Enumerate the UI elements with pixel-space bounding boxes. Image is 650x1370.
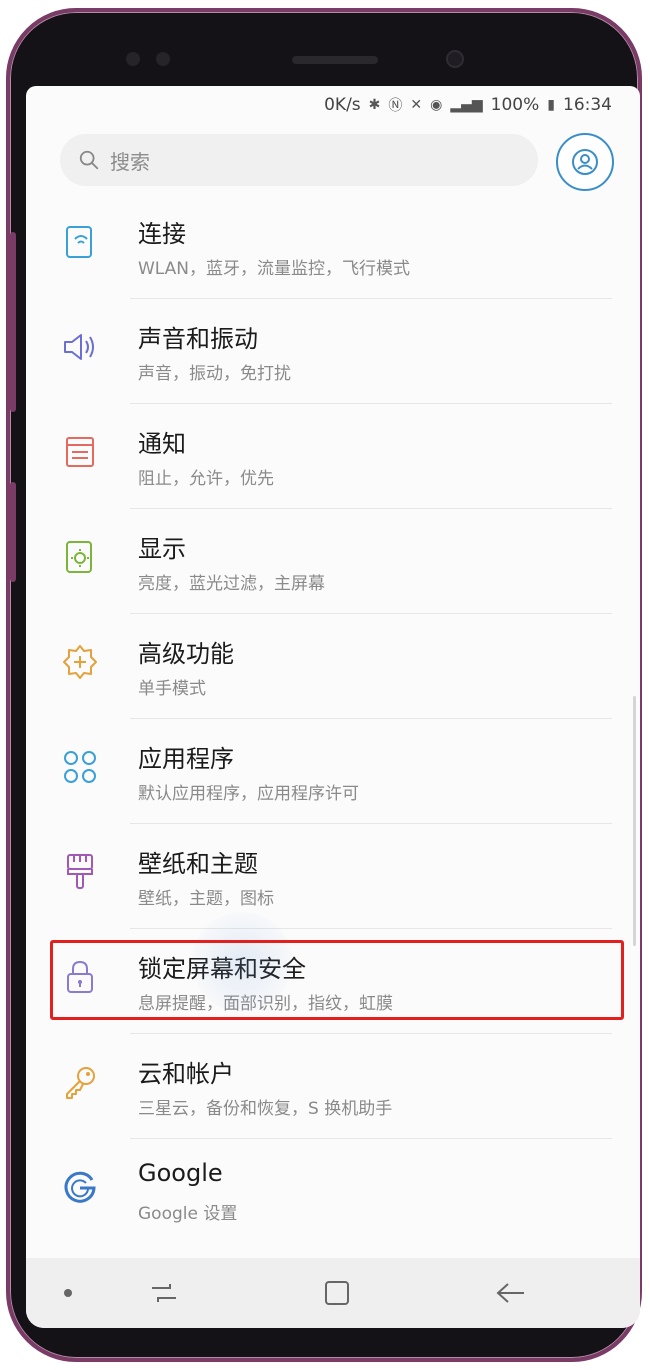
nfc-icon: Ⓝ — [388, 98, 403, 114]
search-input[interactable]: 搜索 — [60, 134, 538, 186]
search-icon — [79, 150, 99, 170]
key-icon — [60, 1062, 100, 1102]
wallpaper-brush-icon — [60, 852, 100, 892]
touch-indicator — [192, 912, 292, 1012]
earpiece-speaker — [292, 56, 378, 64]
account-button[interactable] — [556, 133, 614, 191]
connection-icon — [60, 222, 100, 262]
person-icon — [572, 149, 598, 175]
hide-navbar-dot[interactable] — [64, 1289, 72, 1297]
search-placeholder: 搜索 — [110, 149, 150, 174]
clock: 16:34 — [563, 95, 612, 115]
item-title: 通知 — [138, 430, 186, 458]
item-subtitle: Google 设置 — [138, 1204, 238, 1224]
bluetooth-icon: ✱ — [368, 97, 381, 113]
settings-item-apps[interactable]: 应用程序 默认应用程序，应用程序许可 — [26, 719, 640, 824]
battery-icon: ▮ — [547, 97, 555, 113]
advanced-features-icon — [60, 642, 100, 682]
item-title: Google — [138, 1159, 223, 1187]
settings-item-google[interactable]: Google Google 设置 — [26, 1139, 640, 1244]
speaker-icon — [60, 327, 100, 367]
settings-list: 连接 WLAN，蓝牙，流量监控，飞行模式 声音和振动 声音，振动，免打扰 通知 … — [26, 194, 640, 1244]
settings-item-sound[interactable]: 声音和振动 声音，振动，免打扰 — [26, 299, 640, 404]
notification-icon — [60, 432, 100, 472]
scrollbar[interactable] — [633, 696, 636, 946]
item-subtitle: WLAN，蓝牙，流量监控，飞行模式 — [138, 259, 411, 279]
recent-apps-icon[interactable] — [146, 1278, 182, 1308]
proximity-sensor — [126, 52, 140, 66]
navigation-bar — [26, 1258, 640, 1328]
item-subtitle: 壁纸，主题，图标 — [138, 889, 274, 909]
google-icon — [60, 1167, 100, 1207]
item-title: 高级功能 — [138, 640, 234, 668]
settings-item-lock-screen-security[interactable]: 锁定屏幕和安全 息屏提醒，面部识别，指纹，虹膜 — [26, 929, 640, 1034]
item-title: 连接 — [138, 220, 186, 248]
item-title: 声音和振动 — [138, 325, 258, 353]
mute-icon: ✕ — [410, 97, 423, 113]
item-subtitle: 亮度，蓝光过滤，主屏幕 — [138, 574, 325, 594]
front-camera — [446, 50, 464, 68]
item-subtitle: 声音，振动，免打扰 — [138, 364, 291, 384]
battery-level: 100% — [490, 95, 540, 115]
display-icon — [60, 537, 100, 577]
alarm-icon: ◉ — [430, 97, 443, 113]
screen: 0K/s ✱ Ⓝ ✕ ◉ ▂▄▆ 100% ▮ 16:34 搜索 连接 WLAN… — [26, 86, 640, 1328]
settings-item-cloud-accounts[interactable]: 云和帐户 三星云，备份和恢复，S 换机助手 — [26, 1034, 640, 1139]
item-subtitle: 三星云，备份和恢复，S 换机助手 — [138, 1099, 393, 1119]
volume-button — [10, 482, 16, 582]
item-subtitle: 阻止，允许，优先 — [138, 469, 274, 489]
search-row: 搜索 — [26, 130, 640, 192]
signal-icon: ▂▄▆ — [450, 97, 483, 113]
settings-item-display[interactable]: 显示 亮度，蓝光过滤，主屏幕 — [26, 509, 640, 614]
item-title: 壁纸和主题 — [138, 850, 258, 878]
network-speed: 0K/s — [324, 95, 361, 115]
item-title: 应用程序 — [138, 745, 234, 773]
settings-item-wallpapers-themes[interactable]: 壁纸和主题 壁纸，主题，图标 — [26, 824, 640, 929]
item-title: 显示 — [138, 535, 186, 563]
status-bar: 0K/s ✱ Ⓝ ✕ ◉ ▂▄▆ 100% ▮ 16:34 — [26, 86, 640, 124]
iris-sensor — [156, 52, 170, 66]
item-subtitle: 默认应用程序，应用程序许可 — [138, 784, 359, 804]
lock-icon — [60, 957, 100, 997]
apps-icon — [60, 747, 100, 787]
bixby-button — [10, 232, 16, 412]
settings-item-connections[interactable]: 连接 WLAN，蓝牙，流量监控，飞行模式 — [26, 194, 640, 299]
phone-frame: 0K/s ✱ Ⓝ ✕ ◉ ▂▄▆ 100% ▮ 16:34 搜索 连接 WLAN… — [6, 8, 642, 1362]
home-icon[interactable] — [322, 1278, 352, 1308]
item-title: 云和帐户 — [138, 1060, 234, 1088]
settings-item-advanced-features[interactable]: 高级功能 单手模式 — [26, 614, 640, 719]
item-subtitle: 单手模式 — [138, 679, 206, 699]
settings-item-notifications[interactable]: 通知 阻止，允许，优先 — [26, 404, 640, 509]
back-icon[interactable] — [492, 1278, 528, 1308]
